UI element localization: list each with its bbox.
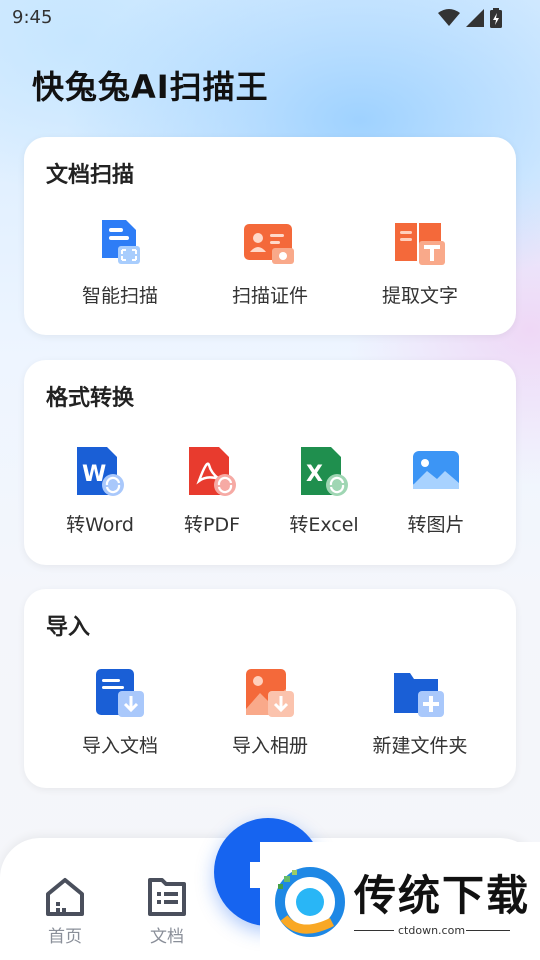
watermark-logo-icon [275, 867, 345, 937]
convert-card-title: 格式转换 [46, 386, 135, 411]
import-card: 导入 导入文档 导入相册 新建文件夹 [24, 589, 516, 788]
to-word-button[interactable]: W 转Word [50, 444, 150, 537]
smart-scan-label: 智能扫描 [81, 285, 158, 307]
svg-text:X: X [306, 462, 323, 487]
signal-icon [466, 9, 484, 27]
import-album-label: 导入相册 [231, 735, 308, 757]
import-card-title: 导入 [46, 615, 91, 640]
watermark-overlay: 传统下载 ctdown.com [260, 842, 540, 960]
watermark-url: ctdown.com [398, 924, 466, 937]
to-image-label: 转图片 [407, 514, 465, 536]
nav-docs[interactable]: 文档 [142, 876, 192, 947]
new-folder-icon [392, 665, 448, 721]
import-doc-icon [92, 665, 148, 721]
new-folder-label: 新建文件夹 [372, 735, 468, 757]
to-image-button[interactable]: 转图片 [386, 444, 486, 537]
import-doc-label: 导入文档 [81, 735, 158, 757]
scan-id-label: 扫描证件 [231, 285, 308, 307]
pdf-icon [184, 444, 240, 500]
battery-icon [490, 8, 502, 28]
to-excel-button[interactable]: X 转Excel [274, 444, 374, 537]
app-title: 快兔兔AI扫描王 [32, 68, 269, 106]
new-folder-button[interactable]: 新建文件夹 [360, 665, 480, 758]
status-time: 9:45 [12, 7, 53, 28]
scan-id-button[interactable]: 扫描证件 [220, 215, 320, 308]
scan-card: 文档扫描 智能扫描 扫描证件 提取文字 [24, 137, 516, 335]
id-card-icon [242, 215, 298, 271]
import-doc-button[interactable]: 导入文档 [70, 665, 170, 758]
extract-text-label: 提取文字 [381, 285, 458, 307]
watermark-divider-right [466, 930, 510, 931]
status-bar: 9:45 [0, 0, 540, 36]
home-icon [46, 878, 84, 916]
to-pdf-label: 转PDF [183, 514, 241, 536]
nav-home[interactable]: 首页 [40, 876, 90, 947]
extract-text-button[interactable]: 提取文字 [370, 215, 470, 308]
to-word-label: 转Word [66, 514, 134, 536]
documents-icon [148, 878, 186, 916]
convert-card: 格式转换 W 转Word 转PDF X 转Excel 转图片 [24, 360, 516, 565]
excel-icon: X [296, 444, 352, 500]
smart-scan-button[interactable]: 智能扫描 [70, 215, 170, 308]
nav-docs-label: 文档 [150, 927, 184, 947]
word-icon: W [72, 444, 128, 500]
status-icons [438, 8, 502, 28]
wifi-icon [438, 9, 460, 26]
to-pdf-button[interactable]: 转PDF [162, 444, 262, 537]
import-album-icon [242, 665, 298, 721]
extract-text-icon [392, 215, 448, 271]
nav-home-label: 首页 [48, 927, 82, 947]
to-excel-label: 转Excel [289, 514, 359, 536]
scan-card-title: 文档扫描 [46, 163, 135, 188]
import-album-button[interactable]: 导入相册 [220, 665, 320, 758]
image-icon [408, 444, 464, 500]
smart-scan-icon [92, 215, 148, 271]
watermark-divider-left [354, 930, 394, 931]
watermark-text: 传统下载 [354, 871, 531, 920]
